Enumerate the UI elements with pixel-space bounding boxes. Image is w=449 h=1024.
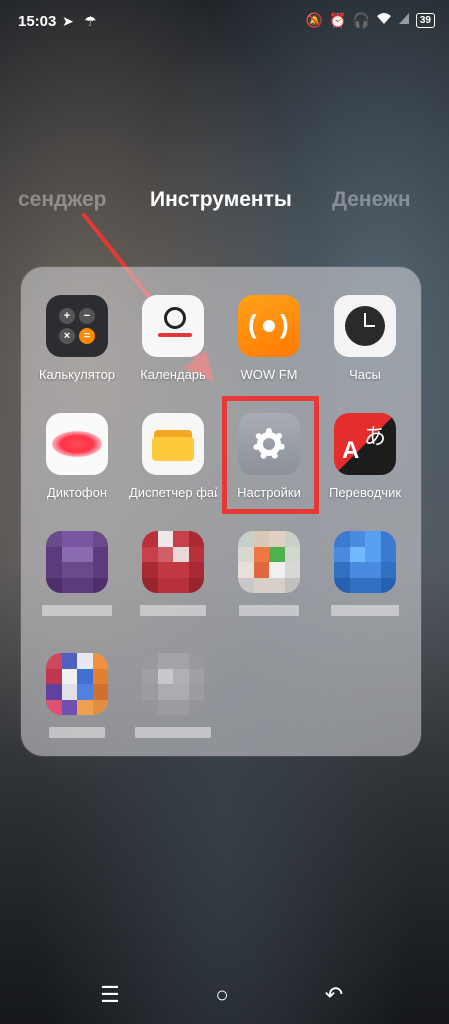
blurred-label (140, 605, 206, 616)
app-translator[interactable]: Aあ Переводчик (317, 413, 413, 500)
blurred-label (49, 727, 105, 738)
calculator-icon: + − × = (46, 295, 108, 357)
blurred-label (42, 605, 112, 616)
app-blurred[interactable] (317, 531, 413, 616)
app-calendar[interactable]: Календарь (125, 295, 221, 382)
clock-icon (334, 295, 396, 357)
app-blurred[interactable] (125, 653, 221, 738)
blurred-app-icon (46, 653, 108, 715)
app-label: Диктофон (46, 485, 108, 500)
app-dictaphone[interactable]: Диктофон (29, 413, 125, 500)
app-label: Диспетчер файлов (129, 485, 217, 500)
highlight-box-settings (222, 396, 319, 514)
app-wow-fm[interactable]: ( ) WOW FM (221, 295, 317, 382)
app-clock[interactable]: Часы (317, 295, 413, 382)
app-label: Калькулятор (38, 367, 116, 382)
calendar-icon (142, 295, 204, 357)
app-file-manager[interactable]: Диспетчер файлов (125, 413, 221, 500)
app-blurred[interactable] (29, 531, 125, 616)
navigation-bar: ☰ ○ ↶ (0, 975, 449, 1024)
blurred-app-icon (142, 653, 204, 715)
home-icon[interactable]: ○ (202, 975, 242, 1015)
app-blurred[interactable] (221, 531, 317, 616)
radio-icon: ( ) (238, 295, 300, 357)
app-label: WOW FM (240, 367, 298, 382)
blurred-app-icon (238, 531, 300, 593)
app-label: Календарь (140, 367, 206, 382)
app-blurred[interactable] (29, 653, 125, 738)
translator-icon: Aあ (334, 413, 396, 475)
blurred-app-icon (142, 531, 204, 593)
blurred-label (239, 605, 299, 616)
blurred-label (331, 605, 399, 616)
app-label: Переводчик (328, 485, 402, 500)
dictaphone-icon (46, 413, 108, 475)
app-blurred[interactable] (125, 531, 221, 616)
back-icon[interactable]: ↶ (314, 975, 354, 1015)
blurred-app-icon (334, 531, 396, 593)
blurred-label (135, 727, 211, 738)
app-folder-tools: + − × = Калькулятор Календарь ( ) WOW FM… (21, 267, 421, 756)
app-label: Часы (349, 367, 381, 382)
blurred-app-icon (46, 531, 108, 593)
folder-icon (142, 413, 204, 475)
app-calculator[interactable]: + − × = Калькулятор (29, 295, 125, 382)
menu-icon[interactable]: ☰ (90, 975, 130, 1015)
